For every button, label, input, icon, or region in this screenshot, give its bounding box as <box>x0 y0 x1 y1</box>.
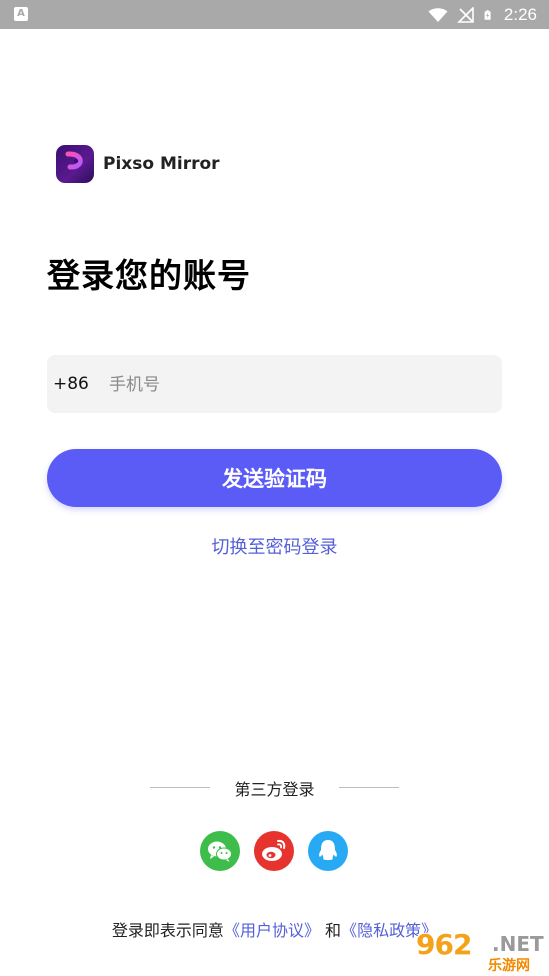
status-icons: 2:26 <box>428 0 537 29</box>
qq-login-button[interactable] <box>308 831 348 871</box>
app-notification-icon: A <box>14 7 28 21</box>
no-signal-icon <box>456 6 474 23</box>
country-code[interactable]: +86 <box>53 355 89 413</box>
send-code-button[interactable]: 发送验证码 <box>47 449 502 507</box>
watermark-net: .NET <box>492 932 544 956</box>
agreement-prefix: 登录即表示同意 <box>111 921 224 940</box>
watermark-sub: 乐游网 <box>488 958 530 974</box>
qq-icon <box>319 840 337 861</box>
agreement-conjunction: 和 <box>325 921 342 940</box>
wechat-icon <box>208 841 232 862</box>
status-bar: A 2:26 <box>0 0 549 29</box>
phone-input[interactable] <box>107 365 491 405</box>
wechat-login-button[interactable] <box>200 831 240 871</box>
site-watermark: 962 .NET 乐游网 <box>408 928 544 974</box>
pixso-logo-icon <box>56 145 94 183</box>
page-title: 登录您的账号 <box>47 256 251 295</box>
switch-to-password-login-link[interactable]: 切换至密码登录 <box>0 533 549 559</box>
phone-field[interactable]: +86 <box>47 355 502 413</box>
user-agreement-link[interactable]: 《用户协议》 <box>224 921 320 940</box>
battery-charging-icon <box>484 9 491 20</box>
watermark-main: 962 <box>416 928 472 961</box>
divider-line-right <box>339 787 399 788</box>
app-name: Pixso Mirror <box>103 154 220 174</box>
third-party-login-divider: 第三方登录 <box>0 776 549 800</box>
weibo-login-button[interactable] <box>254 831 294 871</box>
weibo-icon <box>262 839 286 861</box>
app-branding: Pixso Mirror <box>56 145 220 183</box>
third-party-login-label: 第三方登录 <box>234 780 315 799</box>
status-time: 2:26 <box>503 4 537 24</box>
wifi-icon <box>428 7 448 22</box>
